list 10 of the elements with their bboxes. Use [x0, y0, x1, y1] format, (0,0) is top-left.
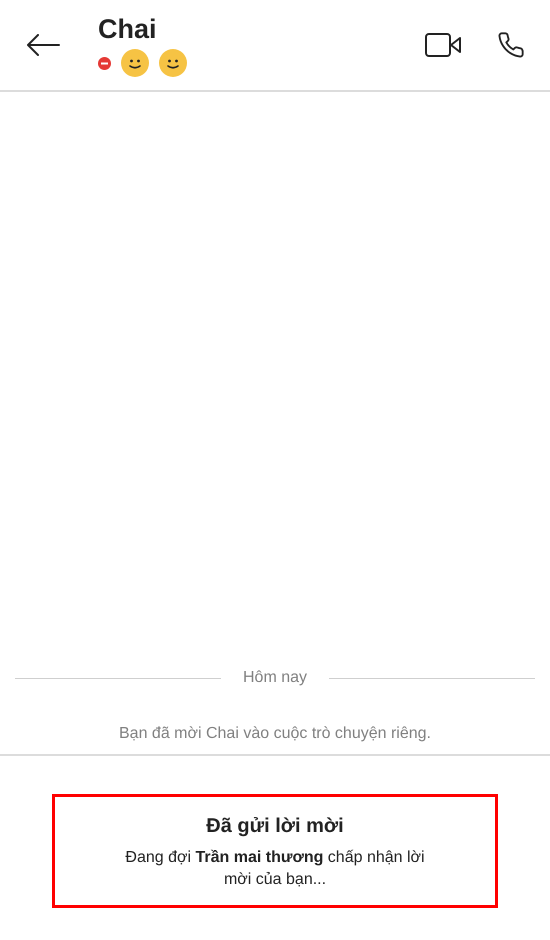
- date-divider-label: Hôm nay: [242, 668, 308, 688]
- video-camera-icon: [425, 33, 461, 57]
- phone-icon: [497, 30, 525, 60]
- invite-message: Đang đợi Trần mai thương chấp nhận lời mời của bạn...: [124, 848, 426, 890]
- smiley-icon: [159, 49, 187, 77]
- smiley-icon: [121, 49, 149, 77]
- back-arrow-icon: [26, 34, 60, 56]
- invite-title: Đã gửi lời mời: [206, 814, 344, 839]
- system-message: Bạn đã mời Chai vào cuộc trò chuyện riêng.: [119, 724, 431, 744]
- chat-title: Chai: [98, 13, 158, 45]
